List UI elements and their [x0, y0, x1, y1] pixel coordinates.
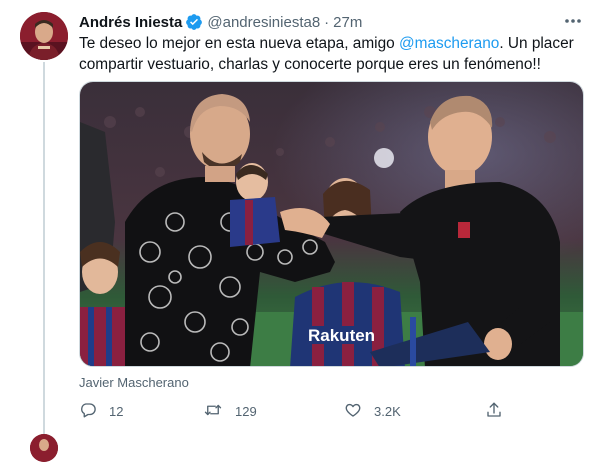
- shirt-sponsor-text: Rakuten: [308, 326, 375, 345]
- tweet-text: Te deseo lo mejor en esta nueva etapa, a…: [79, 33, 579, 75]
- like-icon[interactable]: [344, 401, 374, 422]
- thread-line: [43, 62, 45, 434]
- tweet-header: Andrés Iniesta @andresiniesta8 · 27m: [79, 12, 584, 32]
- retweet-action[interactable]: 129: [203, 401, 257, 421]
- author-avatar[interactable]: [20, 12, 68, 60]
- separator-dot: ·: [324, 13, 330, 31]
- tweet-actions: 12 129 3.2K: [79, 401, 509, 421]
- tweet-text-before: Te deseo lo mejor en esta nueva etapa, a…: [79, 35, 399, 52]
- next-reply-avatar[interactable]: [30, 434, 58, 462]
- reply-count: 12: [109, 403, 124, 419]
- like-action[interactable]: 3.2K: [344, 401, 401, 421]
- tweet-timestamp[interactable]: 27m: [333, 14, 362, 31]
- like-count: 3.2K: [374, 403, 401, 419]
- tweet-media-photo[interactable]: Rakuten: [79, 81, 584, 367]
- reply-icon[interactable]: [79, 401, 109, 422]
- more-options-icon[interactable]: [562, 10, 584, 32]
- share-action[interactable]: [485, 401, 515, 421]
- retweet-count: 129: [235, 403, 257, 419]
- author-handle[interactable]: @andresiniesta8: [207, 14, 320, 31]
- mention-link[interactable]: @mascherano: [399, 35, 499, 52]
- verified-badge-icon: [185, 13, 203, 31]
- reply-action[interactable]: 12: [79, 401, 123, 421]
- retweet-icon[interactable]: [203, 401, 235, 422]
- media-caption[interactable]: Javier Mascherano: [79, 375, 189, 390]
- share-icon[interactable]: [485, 401, 515, 422]
- author-name[interactable]: Andrés Iniesta: [79, 14, 182, 31]
